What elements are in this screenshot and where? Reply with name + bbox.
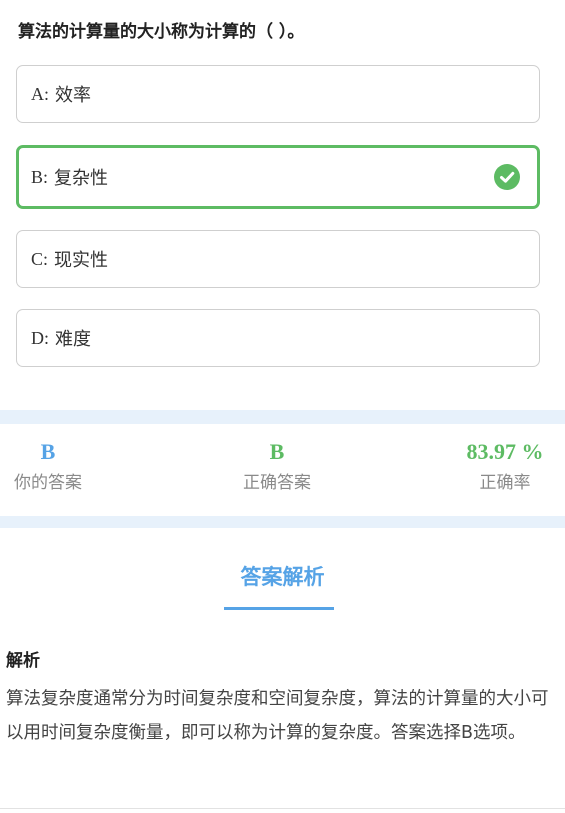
- option-text: 难度: [55, 329, 91, 350]
- option-letter: D:: [31, 327, 49, 348]
- analysis-section-title: 答案解析: [240, 565, 325, 589]
- check-circle-icon: [494, 164, 520, 190]
- option-a[interactable]: A: 效率: [16, 65, 540, 123]
- correct-answer-stat: B 正确答案: [220, 438, 334, 496]
- analysis-heading: 解析: [6, 651, 40, 671]
- option-text: 现实性: [54, 250, 109, 271]
- option-letter: B:: [31, 166, 49, 187]
- divider-band-bottom: [0, 516, 565, 528]
- answer-stats: B 你的答案 B 正确答案 83.97 % 正确率: [0, 424, 565, 516]
- option-d[interactable]: D: 难度: [16, 309, 540, 367]
- accuracy-stat: 83.97 % 正确率: [448, 438, 562, 496]
- question-text: 算法的计算量的大小称为计算的（ ）。: [18, 22, 305, 42]
- your-answer-stat: B 你的答案: [0, 438, 96, 496]
- option-text: 复杂性: [54, 168, 109, 189]
- your-answer-label: 你的答案: [14, 473, 82, 493]
- option-text: 效率: [55, 85, 91, 106]
- your-answer-value: B: [40, 439, 56, 464]
- divider-band-top: [0, 410, 565, 424]
- accuracy-value: 83.97 %: [466, 439, 544, 464]
- accuracy-label: 正确率: [479, 473, 531, 493]
- bottom-divider: [0, 808, 565, 809]
- option-letter: A:: [31, 83, 49, 104]
- option-b[interactable]: B: 复杂性: [16, 145, 540, 209]
- correct-answer-label: 正确答案: [243, 473, 311, 493]
- section-title-underline: [224, 607, 334, 610]
- option-letter: C:: [31, 248, 49, 269]
- analysis-body: 算法复杂度通常分为时间复杂度和空间复杂度，算法的计算量的大小可以用时间复杂度衡量…: [6, 689, 549, 743]
- correct-answer-value: B: [269, 439, 285, 464]
- option-c[interactable]: C: 现实性: [16, 230, 540, 288]
